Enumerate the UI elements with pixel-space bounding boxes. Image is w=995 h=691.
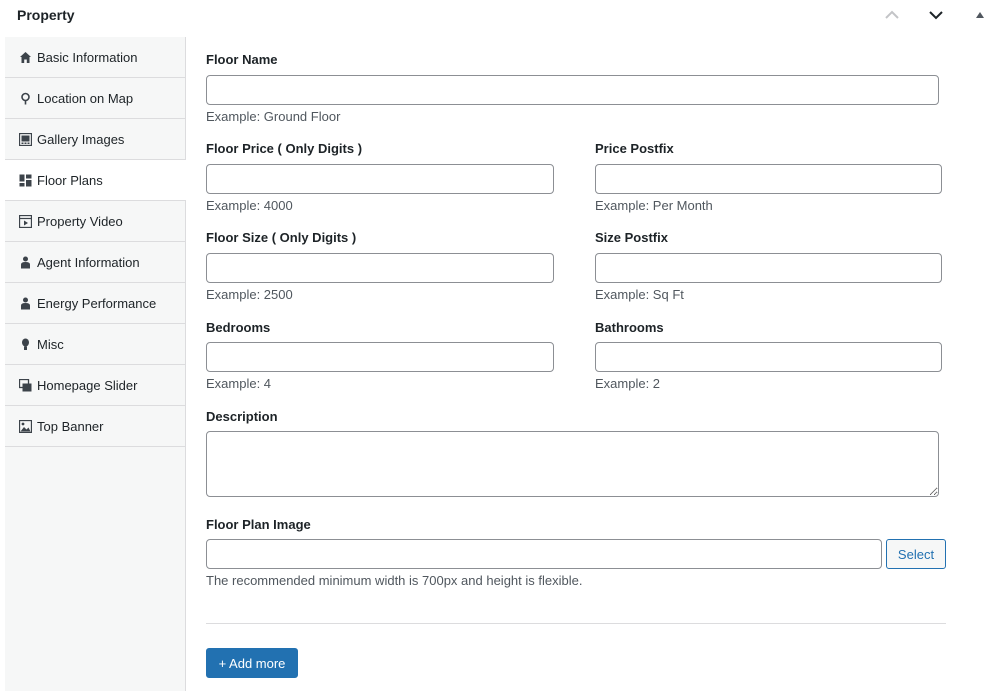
floor-plan-image-label: Floor Plan Image: [206, 517, 311, 532]
bathrooms-input[interactable]: [595, 342, 942, 372]
move-up-button[interactable]: [881, 6, 903, 24]
bathrooms-hint: Example: 2: [595, 376, 661, 391]
floor-size-hint: Example: 2500: [206, 287, 293, 302]
chevron-up-icon: [885, 10, 899, 19]
floor-size-label: Floor Size ( Only Digits ): [206, 230, 357, 245]
tab-property-video[interactable]: Property Video: [5, 201, 185, 242]
tab-basic-information[interactable]: Basic Information: [5, 37, 185, 78]
tab-label: Homepage Slider: [37, 377, 138, 393]
move-down-button[interactable]: [925, 6, 947, 24]
floor-plans-icon: [18, 173, 32, 187]
tab-location-on-map[interactable]: Location on Map: [5, 78, 185, 119]
size-postfix-input[interactable]: [595, 253, 942, 283]
tab-label: Basic Information: [37, 49, 138, 65]
agent-icon: [18, 255, 32, 269]
tab-misc[interactable]: Misc: [5, 324, 185, 365]
tab-gallery-images[interactable]: Gallery Images: [5, 119, 185, 160]
panel-title: Property: [17, 7, 75, 23]
floor-name-input[interactable]: [206, 75, 939, 105]
tab-energy-performance[interactable]: Energy Performance: [5, 283, 185, 324]
tab-label: Floor Plans: [37, 172, 103, 188]
toggle-panel-button[interactable]: [971, 6, 989, 24]
gallery-icon: [18, 132, 32, 146]
tab-label: Location on Map: [37, 90, 134, 106]
tab-label: Property Video: [37, 213, 123, 229]
price-postfix-hint: Example: Per Month: [595, 198, 713, 213]
location-pin-icon: [18, 91, 32, 105]
agent-icon: [18, 296, 32, 310]
tab-agent-information[interactable]: Agent Information: [5, 242, 185, 283]
price-postfix-label: Price Postfix: [595, 141, 674, 156]
floor-size-input[interactable]: [206, 253, 554, 283]
tab-label: Energy Performance: [37, 295, 157, 311]
divider: [206, 623, 946, 624]
home-icon: [18, 50, 32, 64]
image-icon: [18, 419, 32, 433]
slides-icon: [18, 378, 32, 392]
select-image-button[interactable]: Select: [886, 539, 946, 569]
add-more-button[interactable]: + Add more: [206, 648, 298, 678]
size-postfix-label: Size Postfix: [595, 230, 668, 245]
floor-price-hint: Example: 4000: [206, 198, 293, 213]
bedrooms-hint: Example: 4: [206, 376, 272, 391]
floor-plan-image-input[interactable]: [206, 539, 882, 569]
tab-label: Agent Information: [37, 254, 140, 270]
tab-floor-plans[interactable]: Floor Plans: [5, 160, 186, 201]
tab-label: Top Banner: [37, 418, 104, 434]
bedrooms-label: Bedrooms: [206, 320, 271, 335]
description-label: Description: [206, 409, 278, 424]
tab-label: Gallery Images: [37, 131, 125, 147]
description-textarea[interactable]: [206, 431, 939, 497]
bathrooms-label: Bathrooms: [595, 320, 664, 335]
tab-label: Misc: [37, 336, 64, 352]
panel-header: Property: [0, 0, 995, 36]
sidebar: Basic Information Location on Map Galler…: [5, 37, 186, 691]
bedrooms-input[interactable]: [206, 342, 554, 372]
floor-name-label: Floor Name: [206, 52, 278, 67]
floor-name-hint: Example: Ground Floor: [206, 109, 341, 124]
tab-top-banner[interactable]: Top Banner: [5, 406, 185, 447]
chevron-down-icon: [929, 11, 943, 20]
floor-price-label: Floor Price ( Only Digits ): [206, 141, 363, 156]
price-postfix-input[interactable]: [595, 164, 942, 194]
size-postfix-hint: Example: Sq Ft: [595, 287, 684, 302]
floor-price-input[interactable]: [206, 164, 554, 194]
video-icon: [18, 214, 32, 228]
collapse-arrow-icon: [976, 12, 984, 18]
lightbulb-icon: [18, 337, 32, 351]
tab-homepage-slider[interactable]: Homepage Slider: [5, 365, 185, 406]
floor-plan-image-hint: The recommended minimum width is 700px a…: [206, 573, 583, 588]
